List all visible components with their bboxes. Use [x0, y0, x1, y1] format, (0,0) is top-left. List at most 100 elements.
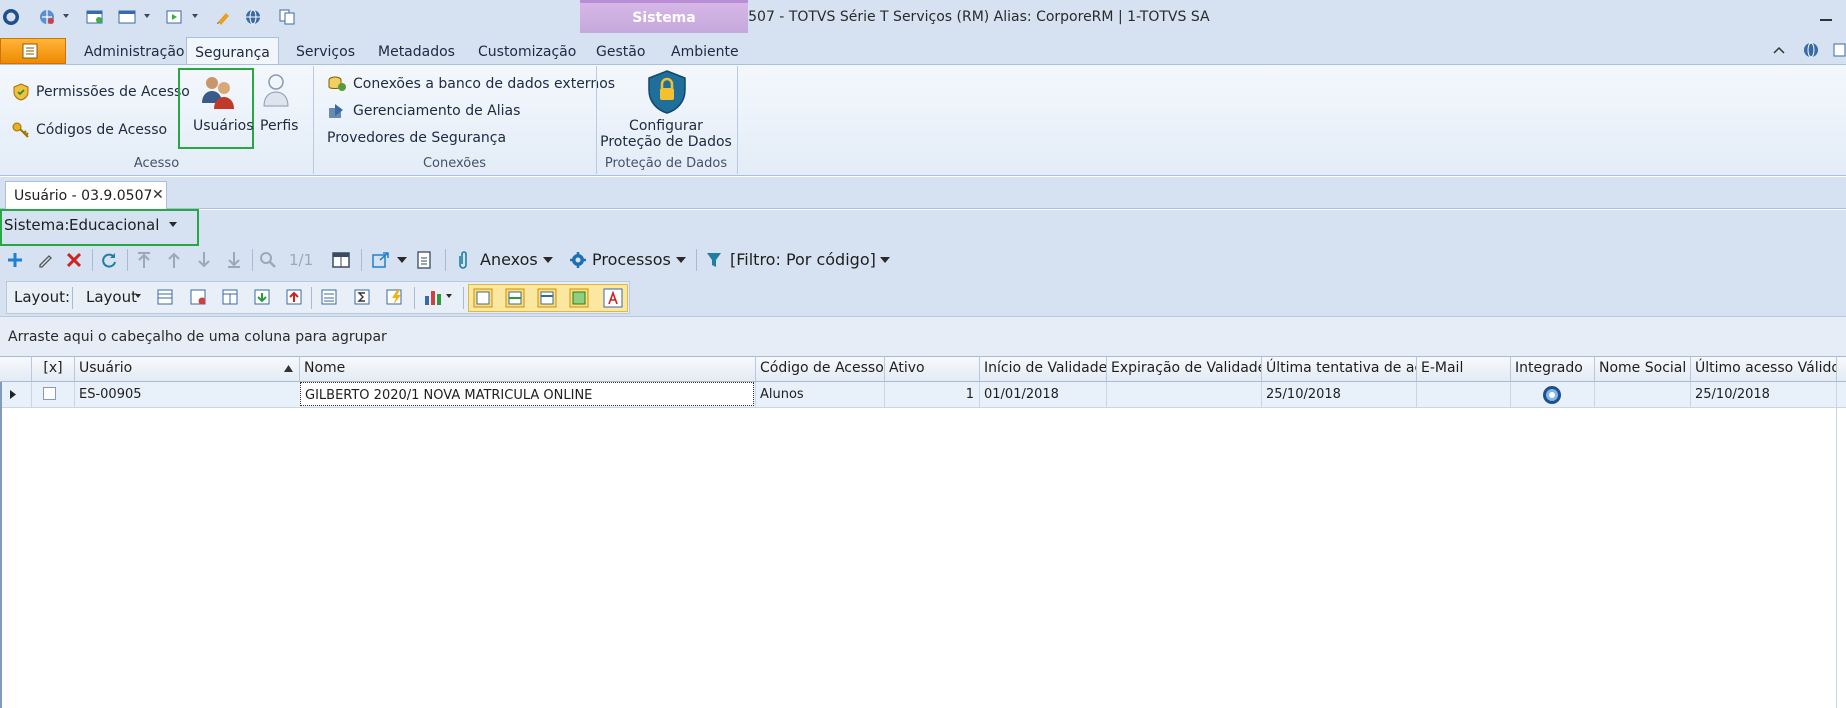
- open-external-icon[interactable]: [372, 252, 390, 268]
- pencil-tools-icon[interactable]: [215, 9, 233, 25]
- first-record-icon[interactable]: [136, 251, 152, 269]
- new-window-icon[interactable]: [86, 9, 104, 25]
- provedores-seguranca-button[interactable]: Provedores de Segurança: [327, 130, 506, 146]
- chevron-down-icon[interactable]: [446, 294, 452, 298]
- chevron-down-icon[interactable]: [192, 14, 198, 18]
- last-record-icon[interactable]: [226, 251, 242, 269]
- cell-ativo[interactable]: 1: [884, 382, 979, 407]
- document-tab[interactable]: Usuário - 03.9.0507 ✕: [5, 181, 167, 209]
- configurar-protecao-line2[interactable]: Proteção de Dados: [596, 134, 736, 150]
- previous-record-icon[interactable]: [166, 251, 182, 269]
- report-document-icon[interactable]: [417, 251, 431, 269]
- app-logo-icon[interactable]: [2, 8, 20, 26]
- export-icon[interactable]: [166, 9, 184, 25]
- cell-email[interactable]: [1416, 382, 1510, 407]
- tab-servicos[interactable]: Serviços: [296, 40, 355, 64]
- integrated-globe-icon: [1543, 386, 1561, 404]
- columns-icon[interactable]: [332, 252, 350, 268]
- layout-dropdown-button[interactable]: Layout: [86, 288, 137, 306]
- view-list-icon[interactable]: [473, 288, 493, 308]
- tab-customizacao[interactable]: Customização: [478, 40, 576, 64]
- group-by-panel[interactable]: Arraste aqui o cabeçalho de uma coluna p…: [0, 316, 1846, 356]
- chevron-up-icon[interactable]: [1772, 45, 1786, 55]
- perfis-button[interactable]: Perfis: [260, 118, 298, 134]
- table-row[interactable]: ES-00905 GILBERTO 2020/1 NOVA MATRICULA …: [0, 382, 1846, 408]
- tab-ambiente[interactable]: Ambiente: [671, 40, 739, 64]
- column-header-expiracao-validade[interactable]: Expiração de Validade: [1106, 357, 1261, 381]
- cell-integrado[interactable]: [1510, 382, 1594, 407]
- copy-icon[interactable]: [278, 9, 296, 25]
- conexoes-banco-button[interactable]: Conexões a banco de dados externos: [353, 76, 615, 92]
- font-format-icon[interactable]: [603, 288, 623, 308]
- chevron-down-icon[interactable]: [676, 257, 686, 263]
- chevron-down-icon[interactable]: [144, 14, 150, 18]
- chevron-down-icon[interactable]: [63, 14, 69, 18]
- tab-administracao[interactable]: Administração: [84, 40, 184, 64]
- column-header-nome[interactable]: Nome: [299, 357, 755, 381]
- permissoes-acesso-button[interactable]: Permissões de Acesso: [36, 84, 190, 100]
- cell-ultimo-acesso[interactable]: 25/10/2018: [1690, 382, 1836, 407]
- toolbar-separator: [696, 249, 697, 271]
- add-icon[interactable]: [6, 251, 24, 269]
- group-rows-icon[interactable]: [320, 288, 338, 306]
- edit-pencil-icon[interactable]: [36, 251, 54, 269]
- sum-icon[interactable]: [353, 288, 371, 306]
- codigos-acesso-button[interactable]: Códigos de Acesso: [36, 122, 167, 138]
- layout-grid-icon[interactable]: [221, 288, 239, 306]
- next-record-icon[interactable]: [196, 251, 212, 269]
- export-layout-icon[interactable]: [285, 288, 303, 306]
- chevron-down-icon[interactable]: [397, 257, 407, 263]
- bar-chart-icon[interactable]: [423, 288, 443, 306]
- globe-refresh-icon[interactable]: [38, 9, 56, 25]
- cell-nome-social[interactable]: [1594, 382, 1690, 407]
- column-header-overflow[interactable]: [1836, 357, 1846, 381]
- chevron-down-icon[interactable]: [880, 257, 890, 263]
- lightning-format-icon[interactable]: [385, 288, 405, 306]
- cell-ultima-tentativa[interactable]: 25/10/2018: [1261, 382, 1416, 407]
- chevron-down-icon[interactable]: [169, 222, 177, 227]
- import-layout-icon[interactable]: [253, 288, 271, 306]
- search-icon[interactable]: [259, 251, 277, 269]
- delete-layout-icon[interactable]: [189, 288, 207, 306]
- globe-icon[interactable]: [244, 9, 262, 25]
- cell-inicio-validade[interactable]: 01/01/2018: [979, 382, 1106, 407]
- column-header-integrado[interactable]: Integrado: [1510, 357, 1594, 381]
- cell-usuario[interactable]: ES-00905: [74, 382, 299, 407]
- column-header-usuario[interactable]: Usuário: [74, 357, 299, 381]
- column-header-codigo-acesso[interactable]: Código de Acesso: [755, 357, 884, 381]
- view-green-icon[interactable]: [569, 288, 589, 308]
- column-header-ativo[interactable]: Ativo: [884, 357, 979, 381]
- window-layout-icon[interactable]: [1833, 43, 1846, 57]
- tab-metadados[interactable]: Metadados: [378, 40, 455, 64]
- sistema-value[interactable]: Educacional: [69, 216, 159, 234]
- column-header-nome-social[interactable]: Nome Social: [1594, 357, 1690, 381]
- close-icon[interactable]: ✕: [152, 187, 164, 203]
- gerenciamento-alias-button[interactable]: Gerenciamento de Alias: [353, 103, 520, 119]
- view-card-icon[interactable]: [537, 288, 557, 308]
- anexos-button[interactable]: Anexos: [480, 250, 538, 269]
- configurar-protecao-line1[interactable]: Configurar: [596, 118, 736, 134]
- cell-expiracao-validade[interactable]: [1106, 382, 1261, 407]
- cell-codigo-acesso[interactable]: Alunos: [755, 382, 884, 407]
- column-header-ultimo-acesso[interactable]: Último acesso Válido: [1690, 357, 1836, 381]
- column-header-inicio-validade[interactable]: Início de Validade: [979, 357, 1106, 381]
- column-header-select[interactable]: [x]: [31, 357, 74, 381]
- filter-button[interactable]: [Filtro: Por código]: [730, 250, 876, 269]
- view-detail-icon[interactable]: [505, 288, 525, 308]
- save-layout-icon[interactable]: [156, 288, 174, 306]
- minimize-button[interactable]: [1820, 19, 1832, 21]
- cell-nome[interactable]: GILBERTO 2020/1 NOVA MATRICULA ONLINE: [300, 382, 754, 406]
- delete-icon[interactable]: [65, 251, 83, 269]
- globe-help-icon[interactable]: [1802, 42, 1820, 58]
- refresh-icon[interactable]: [100, 251, 118, 269]
- column-header-email[interactable]: E-Mail: [1416, 357, 1510, 381]
- window-layout-icon[interactable]: [118, 9, 136, 25]
- chevron-down-icon[interactable]: [543, 257, 553, 263]
- tab-gestao[interactable]: Gestão: [596, 40, 645, 64]
- row-checkbox[interactable]: [43, 387, 56, 400]
- chevron-down-icon[interactable]: [135, 294, 141, 298]
- processos-button[interactable]: Processos: [592, 250, 671, 269]
- file-menu-button[interactable]: [0, 38, 66, 64]
- tab-seguranca[interactable]: Segurança: [186, 37, 279, 65]
- column-header-ultima-tentativa[interactable]: Última tentativa de ac...: [1261, 357, 1416, 381]
